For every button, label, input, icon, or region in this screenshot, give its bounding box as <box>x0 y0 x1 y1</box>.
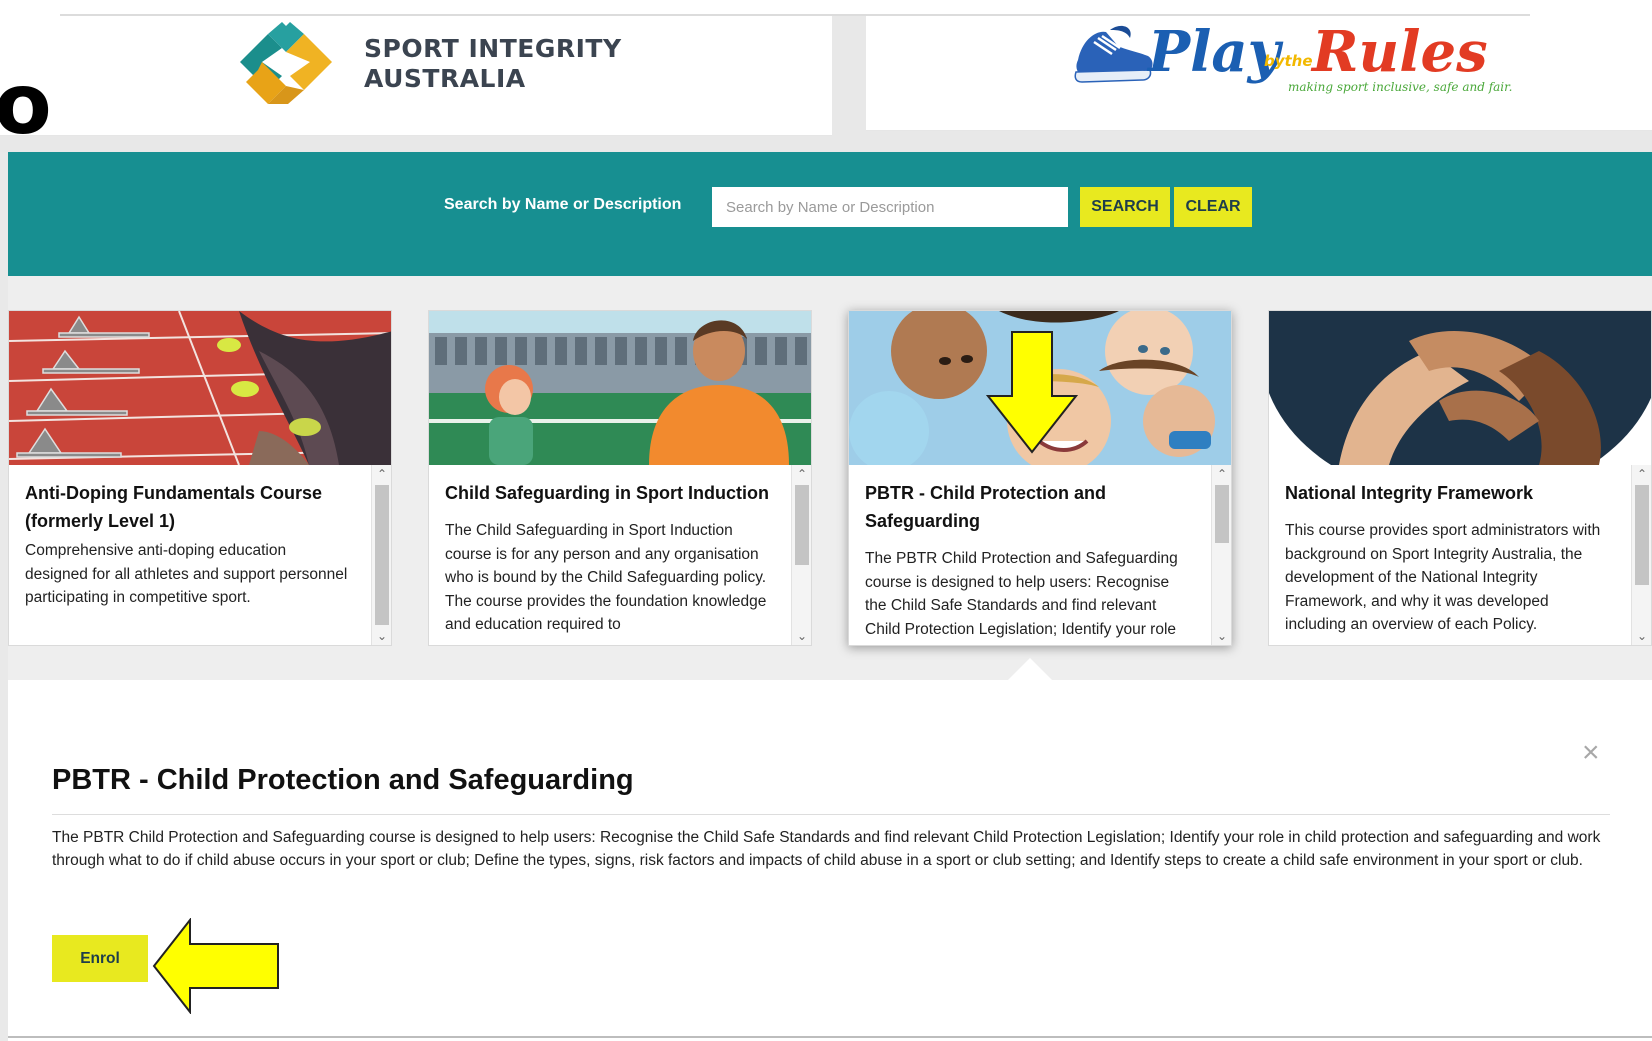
pbtr-tagline: making sport inclusive, safe and fair. <box>1288 80 1513 94</box>
scroll-down-icon[interactable]: ⌄ <box>1212 627 1232 645</box>
sport-integrity-line2: AUSTRALIA <box>364 64 526 93</box>
scrollbar-thumb[interactable] <box>1635 485 1649 585</box>
search-label: Search by Name or Description <box>444 196 682 213</box>
sport-integrity-diamond-icon <box>240 22 332 104</box>
pbtr-word-rules: Rules <box>1312 19 1488 85</box>
course-card-title: Child Safeguarding in Sport Induction <box>445 483 769 503</box>
course-card-anti-doping[interactable]: Anti-Doping Fundamentals Course (formerl… <box>8 310 392 646</box>
scroll-up-icon[interactable]: ⌃ <box>1212 465 1232 483</box>
sneaker-icon <box>1074 25 1153 83</box>
annotation-arrow-down-icon <box>986 331 1078 454</box>
page-bottom-rule <box>8 1036 1652 1038</box>
course-card-body: National Integrity Framework This course… <box>1269 465 1651 645</box>
scroll-down-icon[interactable]: ⌄ <box>792 627 812 645</box>
enrol-button[interactable]: Enrol <box>52 935 148 982</box>
partial-heading: o <box>0 55 52 153</box>
detail-pointer <box>1006 658 1054 682</box>
course-card-title: Anti-Doping Fundamentals Course (formerl… <box>25 483 322 531</box>
close-icon[interactable]: × <box>1582 738 1600 768</box>
course-card-description: This course provides sport administrator… <box>1285 522 1601 633</box>
course-card-body: Anti-Doping Fundamentals Course (formerl… <box>9 465 391 645</box>
sport-integrity-line1: SPORT INTEGRITY <box>364 34 622 63</box>
header-divider <box>832 16 866 152</box>
course-card-national-integrity-framework[interactable]: National Integrity Framework This course… <box>1268 310 1652 646</box>
scroll-down-icon[interactable]: ⌄ <box>372 627 392 645</box>
course-image-running-track <box>9 311 391 465</box>
pbtr-word-by-the: bythe <box>1264 52 1313 70</box>
clear-button[interactable]: CLEAR <box>1174 187 1252 227</box>
page-left-edge <box>0 152 8 1041</box>
course-card-scrollbar[interactable]: ⌃ ⌄ <box>1211 465 1231 645</box>
course-card-body: PBTR - Child Protection and Safeguarding… <box>849 465 1231 645</box>
course-card-description: Comprehensive anti-doping education desi… <box>25 542 348 606</box>
scrollbar-thumb[interactable] <box>375 485 389 625</box>
course-card-child-safeguarding[interactable]: Child Safeguarding in Sport Induction Th… <box>428 310 812 646</box>
scroll-up-icon[interactable]: ⌃ <box>1632 465 1652 483</box>
header-spacer-left <box>0 136 832 152</box>
search-input[interactable] <box>712 187 1068 227</box>
annotation-arrow-left-icon <box>152 918 279 1014</box>
course-image-linked-arms <box>1269 311 1651 465</box>
course-card-title: PBTR - Child Protection and Safeguarding <box>865 483 1106 531</box>
course-card-scrollbar[interactable]: ⌃ ⌄ <box>1631 465 1651 645</box>
course-card-description: The Child Safeguarding in Sport Inductio… <box>445 522 767 633</box>
scrollbar-thumb[interactable] <box>795 485 809 565</box>
scroll-down-icon[interactable]: ⌄ <box>1632 627 1652 645</box>
course-card-body: Child Safeguarding in Sport Induction Th… <box>429 465 811 645</box>
course-card-scrollbar[interactable]: ⌃ ⌄ <box>371 465 391 645</box>
scroll-up-icon[interactable]: ⌃ <box>372 465 392 483</box>
detail-description: The PBTR Child Protection and Safeguardi… <box>52 829 1601 869</box>
header-spacer-right <box>866 131 1652 152</box>
course-image-child-and-coach <box>429 311 811 465</box>
scroll-up-icon[interactable]: ⌃ <box>792 465 812 483</box>
scrollbar-thumb[interactable] <box>1215 485 1229 543</box>
sport-integrity-wordmark: SPORT INTEGRITY AUSTRALIA <box>364 34 622 94</box>
detail-title: PBTR - Child Protection and Safeguarding <box>52 764 634 796</box>
course-card-description: The PBTR Child Protection and Safeguardi… <box>865 550 1178 638</box>
course-card-title: National Integrity Framework <box>1285 483 1534 503</box>
course-card-scrollbar[interactable]: ⌃ ⌄ <box>791 465 811 645</box>
search-button[interactable]: SEARCH <box>1080 187 1170 227</box>
detail-divider <box>52 814 1610 815</box>
pbtr-word-play: Play <box>1148 19 1281 85</box>
